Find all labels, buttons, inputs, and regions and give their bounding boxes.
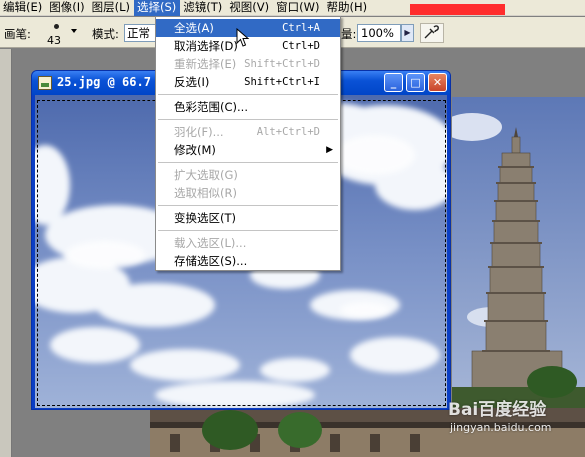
select-menu-dropdown: 全选(A) Ctrl+A 取消选择(D) Ctrl+D 重新选择(E) Shift+Ctr… [155,16,341,271]
select-menu-item: 选取相似(R) [156,184,340,202]
toolbox-edge [0,49,12,457]
menu-item-label: 修改(M) [174,143,216,157]
menu-item-label: 变换选区(T) [174,211,236,225]
watermark-url: jingyan.baidu.com [450,421,552,434]
menu-separator [158,205,338,206]
redaction-mark [410,4,505,15]
select-menu-item: 扩大选取(G) [156,166,340,184]
menu-item[interactable]: 编辑(E) [0,0,46,16]
menu-item-label: 色彩范围(C)... [174,100,248,114]
baidu-jingyan-watermark: Bai百度经验 jingyan.baidu.com [448,395,583,445]
menu-item-shortcut: Ctrl+A [282,22,320,34]
menu-item-shortcut: Shift+Ctrl+D [244,58,320,70]
menu-item-label: 扩大选取(G) [174,168,238,182]
flow-slider-button[interactable]: ▶ [401,24,414,42]
menu-item-shortcut: Alt+Ctrl+D [256,126,320,138]
background-document-image [452,97,585,415]
menu-item-shortcut: Ctrl+D [282,40,320,52]
menu-item-label: 载入选区(L)... [174,236,247,250]
menu-item[interactable]: 滤镜(T) [180,0,226,16]
maximize-icon: □ [410,76,421,89]
select-menu-item: 重新选择(E) Shift+Ctrl+D [156,55,340,73]
mode-select[interactable]: 正常 [124,24,158,42]
menu-item[interactable]: 窗口(W) [273,0,323,16]
select-menu-item[interactable]: 反选(I) Shift+Ctrl+I [156,73,340,91]
minimize-icon: _ [390,76,397,89]
select-menu-item: 载入选区(L)... [156,234,340,252]
menu-item[interactable]: 帮助(H) [323,0,371,16]
menu-separator [158,230,338,231]
menu-item-label: 取消选择(D) [174,39,238,53]
maximize-button[interactable]: □ [406,73,425,92]
menu-item[interactable]: 选择(S) [134,0,181,16]
brush-size: 43 [47,34,61,47]
menu-separator [158,119,338,120]
flow-label: 量: [341,27,357,41]
brush-dropdown-arrow-icon[interactable] [71,29,77,33]
document-title: 25.jpg @ 66.7 [57,75,151,89]
mouse-cursor-icon [236,28,250,47]
select-menu-item[interactable]: 存储选区(S)... [156,252,340,270]
select-menu-item[interactable]: 修改(M) ▶ [156,141,340,159]
brush-label: 画笔: [4,27,31,41]
watermark-logo: Bai百度经验 [448,400,547,420]
brush-picker[interactable]: 43 [44,20,70,47]
menu-item-label: 重新选择(E) [174,57,237,71]
menu-item[interactable]: 图层(L) [89,0,134,16]
menu-separator [158,94,338,95]
close-icon: ✕ [432,76,443,89]
close-button[interactable]: ✕ [428,73,447,92]
airbrush-icon[interactable] [420,23,444,43]
image-file-icon [38,76,52,90]
select-menu-item: 羽化(F)... Alt+Ctrl+D [156,123,340,141]
submenu-arrow-icon: ▶ [326,145,333,155]
menu-item-shortcut: Shift+Ctrl+I [244,76,320,88]
select-menu-item[interactable]: 色彩范围(C)... [156,98,340,116]
menu-separator [158,162,338,163]
menu-item-label: 羽化(F)... [174,125,224,139]
mode-label: 模式: [92,27,119,41]
minimize-button[interactable]: _ [384,73,403,92]
menu-item-label: 全选(A) [174,21,214,35]
select-menu-item[interactable]: 变换选区(T) [156,209,340,227]
menu-item[interactable]: 视图(V) [226,0,273,16]
flow-input[interactable]: 100% [357,24,401,42]
menu-item[interactable]: 图像(I) [46,0,88,16]
menu-item-label: 反选(I) [174,75,210,89]
menu-item-label: 存储选区(S)... [174,254,248,268]
brush-dot-icon [54,24,59,29]
menu-item-label: 选取相似(R) [174,186,237,200]
